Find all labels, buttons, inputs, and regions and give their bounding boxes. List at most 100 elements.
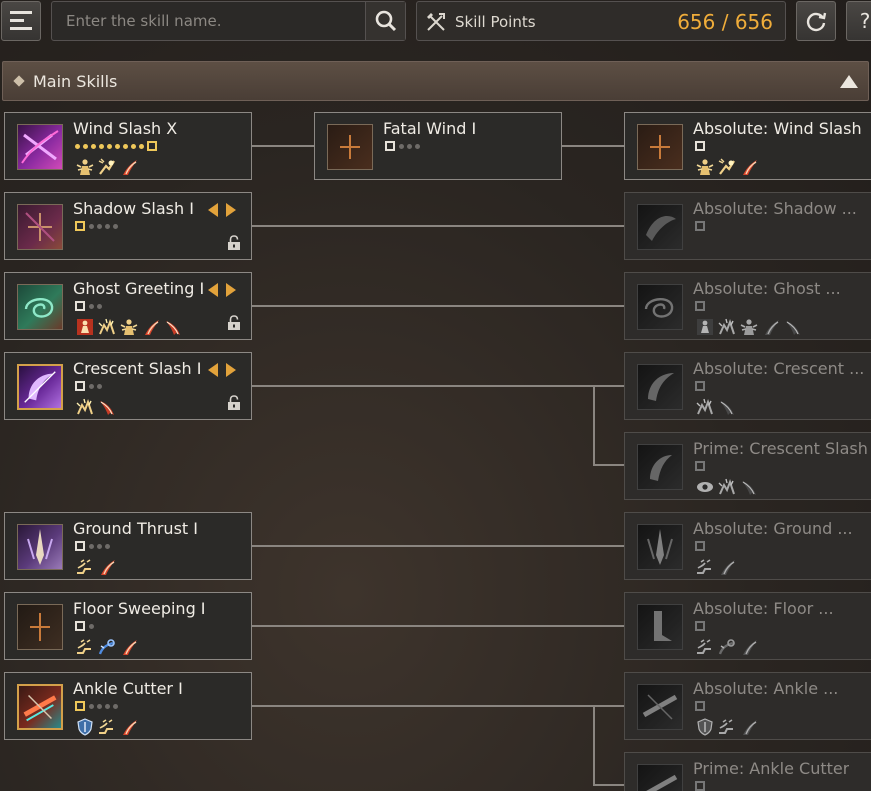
skill-level-dots — [695, 221, 709, 231]
arrow-right-icon[interactable] — [226, 203, 236, 217]
floor-sweeping-skill-icon — [17, 604, 63, 650]
down-attack-icon — [141, 317, 161, 337]
skill-points-label: Skill Points — [455, 13, 536, 31]
ghost-greeting-skill-icon — [17, 284, 63, 330]
connector-line — [252, 145, 314, 147]
skill-name: Prime: Ankle Cutter — [693, 759, 850, 778]
search-box — [51, 1, 406, 41]
down-attack-icon — [119, 717, 139, 737]
ground-thrust-skill-icon — [17, 524, 63, 570]
eye-icon — [695, 477, 715, 497]
skill-level-dots — [385, 141, 423, 151]
skill-card-absolute-wind-slash[interactable]: Absolute: Wind Slash — [624, 112, 871, 180]
padlock-icon[interactable] — [227, 395, 241, 411]
air-attack-icon — [717, 397, 737, 417]
air-attack-icon — [783, 317, 803, 337]
super-armor-icon — [739, 317, 759, 337]
level-arrows — [208, 363, 236, 377]
skill-card-absolute-ground-thrust[interactable]: Absolute: Ground ... — [624, 512, 871, 580]
skill-level-dots — [695, 781, 709, 791]
shield-icon — [695, 717, 715, 737]
stiffness-icon — [695, 397, 715, 417]
skill-badges — [695, 317, 803, 337]
floating-icon — [75, 557, 95, 577]
floating-icon — [695, 557, 715, 577]
skill-name: Ankle Cutter I — [73, 679, 183, 698]
arrow-left-icon[interactable] — [208, 363, 218, 377]
down-attack-icon — [717, 557, 737, 577]
top-toolbar: Skill Points 656 / 656 ? — [0, 0, 871, 44]
connector-line — [252, 625, 624, 627]
skill-name: Prime: Crescent Slash — [693, 439, 868, 458]
skill-badges — [695, 477, 759, 497]
floating-icon — [717, 717, 737, 737]
search-input[interactable] — [52, 2, 366, 40]
super-armor-icon — [695, 157, 715, 177]
menu-icon — [10, 11, 32, 30]
skill-badges — [75, 717, 139, 737]
skill-card-shadow-slash[interactable]: Shadow Slash I — [4, 192, 252, 260]
air-attack-icon — [97, 397, 117, 417]
refresh-icon — [806, 12, 827, 32]
crossed-weapons-icon — [427, 13, 445, 31]
air-attack-icon — [163, 317, 183, 337]
skill-name: Ground Thrust I — [73, 519, 198, 538]
skill-points-value: 656 / 656 — [677, 10, 773, 34]
triangle-up-icon[interactable] — [840, 75, 858, 88]
skill-card-fatal-wind[interactable]: Fatal Wind I — [314, 112, 562, 180]
skill-card-prime-crescent-slash[interactable]: Prime: Crescent Slash — [624, 432, 871, 500]
main-skills-header[interactable]: Main Skills — [2, 61, 869, 101]
skill-card-absolute-ghost-greeting[interactable]: Absolute: Ghost ... — [624, 272, 871, 340]
skill-card-absolute-ankle-cutter[interactable]: Absolute: Ankle ... — [624, 672, 871, 740]
grapple-icon — [717, 637, 737, 657]
padlock-icon[interactable] — [227, 235, 241, 251]
super-armor-icon — [119, 317, 139, 337]
refresh-button[interactable] — [796, 1, 836, 41]
skill-level-dots — [695, 621, 709, 631]
arrow-right-icon[interactable] — [226, 283, 236, 297]
skill-level-dots — [75, 301, 105, 311]
arrow-left-icon[interactable] — [208, 203, 218, 217]
padlock-icon[interactable] — [227, 315, 241, 331]
skill-name: Wind Slash X — [73, 119, 178, 138]
skill-card-ghost-greeting[interactable]: Ghost Greeting I — [4, 272, 252, 340]
fatal-wind-skill-icon — [327, 124, 373, 170]
skill-card-absolute-floor-sweeping[interactable]: Absolute: Floor ... — [624, 592, 871, 660]
arrow-right-icon[interactable] — [226, 363, 236, 377]
skill-card-wind-slash[interactable]: Wind Slash X — [4, 112, 252, 180]
level-arrows — [208, 283, 236, 297]
skill-card-absolute-shadow-slash[interactable]: Absolute: Shadow ... — [624, 192, 871, 260]
help-button[interactable]: ? — [846, 1, 871, 41]
skill-card-crescent-slash[interactable]: Crescent Slash I — [4, 352, 252, 420]
stiffness-icon — [717, 477, 737, 497]
down-attack-icon — [739, 157, 759, 177]
absolute-wind-slash-skill-icon — [637, 124, 683, 170]
stiffness-icon — [717, 317, 737, 337]
prime-ankle-cutter-skill-icon — [637, 764, 683, 791]
down-attack-icon — [97, 557, 117, 577]
stiffness-icon — [75, 397, 95, 417]
skill-level-dots — [75, 141, 161, 151]
skill-level-dots — [695, 381, 709, 391]
menu-button[interactable] — [1, 1, 41, 41]
air-attack-icon — [739, 477, 759, 497]
arrow-left-icon[interactable] — [208, 283, 218, 297]
connector-line — [593, 705, 595, 785]
skill-card-floor-sweeping[interactable]: Floor Sweeping I — [4, 592, 252, 660]
skill-card-absolute-crescent-slash[interactable]: Absolute: Crescent ... — [624, 352, 871, 420]
connector-line — [252, 305, 624, 307]
skill-card-prime-ankle-cutter[interactable]: Prime: Ankle Cutter — [624, 752, 871, 791]
connector-line — [593, 385, 595, 465]
skill-card-ground-thrust[interactable]: Ground Thrust I — [4, 512, 252, 580]
skill-name: Absolute: Wind Slash — [693, 119, 862, 138]
diamond-icon — [13, 75, 25, 87]
skill-badges — [695, 717, 759, 737]
skill-card-ankle-cutter[interactable]: Ankle Cutter I — [4, 672, 252, 740]
skill-name: Absolute: Ankle ... — [693, 679, 839, 698]
super-armor-icon — [75, 157, 95, 177]
absolute-floor-sweeping-skill-icon — [637, 604, 683, 650]
search-button[interactable] — [365, 2, 405, 40]
floating-icon — [97, 717, 117, 737]
skill-badges — [75, 557, 117, 577]
knockdown-icon — [97, 157, 117, 177]
